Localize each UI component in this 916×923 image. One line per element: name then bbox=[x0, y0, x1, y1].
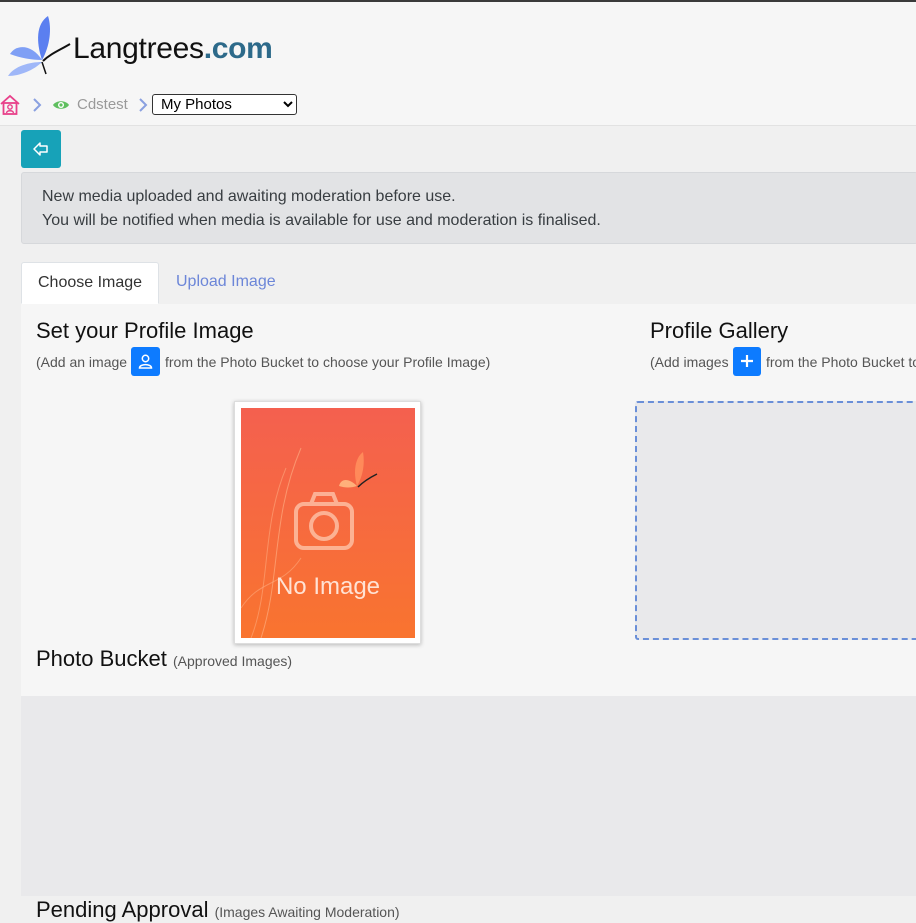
butterfly-logo-icon[interactable] bbox=[6, 14, 76, 80]
main-content: New media uploaded and awaiting moderati… bbox=[21, 126, 916, 922]
tab-upload-image[interactable]: Upload Image bbox=[176, 262, 276, 303]
profile-image-hint-end: from the Photo Bucket to choose your Pro… bbox=[165, 354, 491, 370]
breadcrumb-user[interactable]: Cdstest bbox=[77, 96, 128, 113]
chevron-right-icon bbox=[139, 98, 148, 112]
photo-bucket-title: Photo Bucket bbox=[36, 646, 167, 671]
profile-gallery-hint-end: from the Photo Bucket to bbox=[766, 354, 916, 370]
eye-icon bbox=[53, 101, 69, 109]
brand-tld: .com bbox=[203, 32, 273, 65]
brand-wordmark[interactable]: Langtrees.com bbox=[73, 31, 273, 67]
home-icon[interactable] bbox=[0, 94, 20, 116]
arrow-left-icon bbox=[33, 142, 48, 156]
pending-approval-subtitle: (Images Awaiting Moderation) bbox=[214, 904, 400, 920]
profile-gallery-hint-start: (Add images bbox=[650, 354, 729, 370]
breadcrumb: Cdstest My Photos bbox=[0, 88, 916, 126]
add-gallery-image-button[interactable] bbox=[733, 347, 761, 376]
photo-bucket-subtitle: (Approved Images) bbox=[173, 653, 293, 669]
moderation-alert: New media uploaded and awaiting moderati… bbox=[21, 172, 916, 244]
alert-line-1: New media uploaded and awaiting moderati… bbox=[42, 188, 456, 205]
alert-line-2: You will be notified when media is avail… bbox=[42, 212, 601, 229]
user-icon bbox=[138, 354, 153, 369]
image-tabs: Choose Image Upload Image bbox=[21, 262, 916, 305]
no-image-placeholder: No Image bbox=[241, 408, 415, 638]
brand-name: Langtrees bbox=[73, 32, 204, 65]
profile-image-title: Set your Profile Image bbox=[36, 318, 254, 343]
site-header: Langtrees.com bbox=[0, 2, 916, 89]
back-button[interactable] bbox=[21, 130, 61, 168]
pending-approval-title: Pending Approval bbox=[36, 897, 209, 922]
photo-bucket-heading: Photo Bucket (Approved Images) bbox=[36, 646, 292, 672]
plus-icon bbox=[741, 355, 753, 367]
profile-image-preview[interactable]: No Image bbox=[234, 401, 421, 644]
profile-gallery-title: Profile Gallery bbox=[650, 318, 789, 343]
section-select[interactable]: My Photos bbox=[152, 94, 297, 115]
profile-gallery-dropzone[interactable] bbox=[635, 401, 916, 640]
photo-bucket-area bbox=[21, 696, 916, 896]
pending-approval-heading: Pending Approval (Images Awaiting Modera… bbox=[36, 897, 400, 923]
tab-choose-image[interactable]: Choose Image bbox=[21, 262, 159, 304]
no-image-text: No Image bbox=[276, 573, 380, 600]
chevron-right-icon bbox=[33, 98, 42, 112]
profile-image-hint-start: (Add an image bbox=[36, 354, 128, 370]
set-profile-image-button[interactable] bbox=[131, 347, 160, 376]
choose-image-panel: Set your Profile Image (Add an image fro… bbox=[21, 304, 916, 696]
